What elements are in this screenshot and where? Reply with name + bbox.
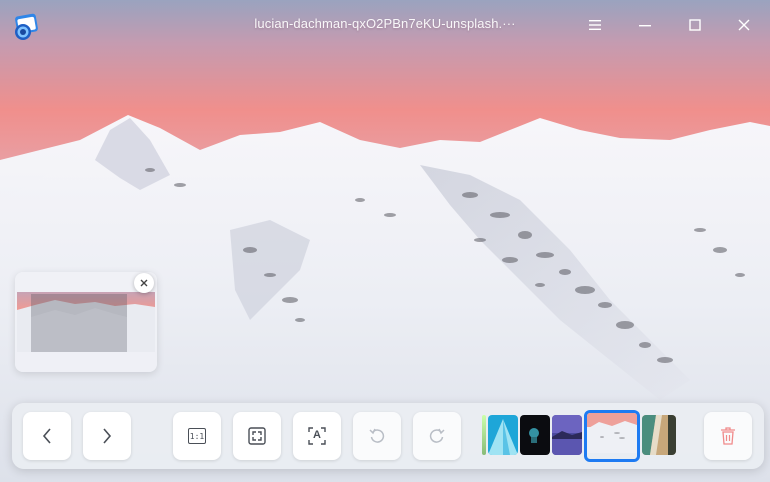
minimize-icon [639, 25, 651, 27]
rotate-counterclockwise-icon [369, 428, 385, 443]
close-icon [140, 279, 148, 287]
close-icon [738, 19, 750, 31]
one-to-one-icon: 1:1 [188, 428, 206, 444]
trash-icon [721, 427, 735, 445]
rotate-left-button[interactable] [353, 412, 401, 460]
thumbnail-partial[interactable] [482, 415, 486, 455]
thumbnail-snow-mountain[interactable] [584, 410, 640, 462]
fit-window-button[interactable] [233, 412, 281, 460]
navigator-close-button[interactable] [134, 273, 154, 293]
maximize-button[interactable] [683, 13, 707, 37]
next-button[interactable] [83, 412, 131, 460]
menu-icon [589, 20, 601, 30]
ocr-button[interactable]: A [293, 412, 341, 460]
menu-button[interactable] [583, 13, 607, 37]
thumbnail-blue-mountain[interactable] [488, 415, 518, 455]
thumbnail-strip [482, 410, 682, 462]
ocr-label: A [313, 429, 321, 441]
thumbnail-aerial-beach[interactable] [642, 415, 676, 455]
ratio-label: 1:1 [189, 431, 205, 441]
thumbnail-dark-figure[interactable] [520, 415, 550, 455]
chevron-right-icon [103, 428, 112, 444]
close-window-button[interactable] [732, 13, 756, 37]
bottom-toolbar: 1:1 A [12, 403, 764, 469]
maximize-icon [689, 19, 701, 31]
rotate-right-button[interactable] [413, 412, 461, 460]
minimize-button[interactable] [633, 13, 657, 37]
rotate-clockwise-icon [429, 428, 445, 443]
original-size-button[interactable]: 1:1 [173, 412, 221, 460]
title-bar: lucian-dachman-qxO2PBn7eKU-unsplash.··· [0, 0, 770, 52]
text-recognition-icon: A [308, 427, 326, 445]
delete-button[interactable] [704, 412, 752, 460]
fit-screen-icon [248, 427, 266, 445]
thumbnail-purple-lake[interactable] [552, 415, 582, 455]
chevron-left-icon [42, 428, 51, 444]
previous-button[interactable] [23, 412, 71, 460]
